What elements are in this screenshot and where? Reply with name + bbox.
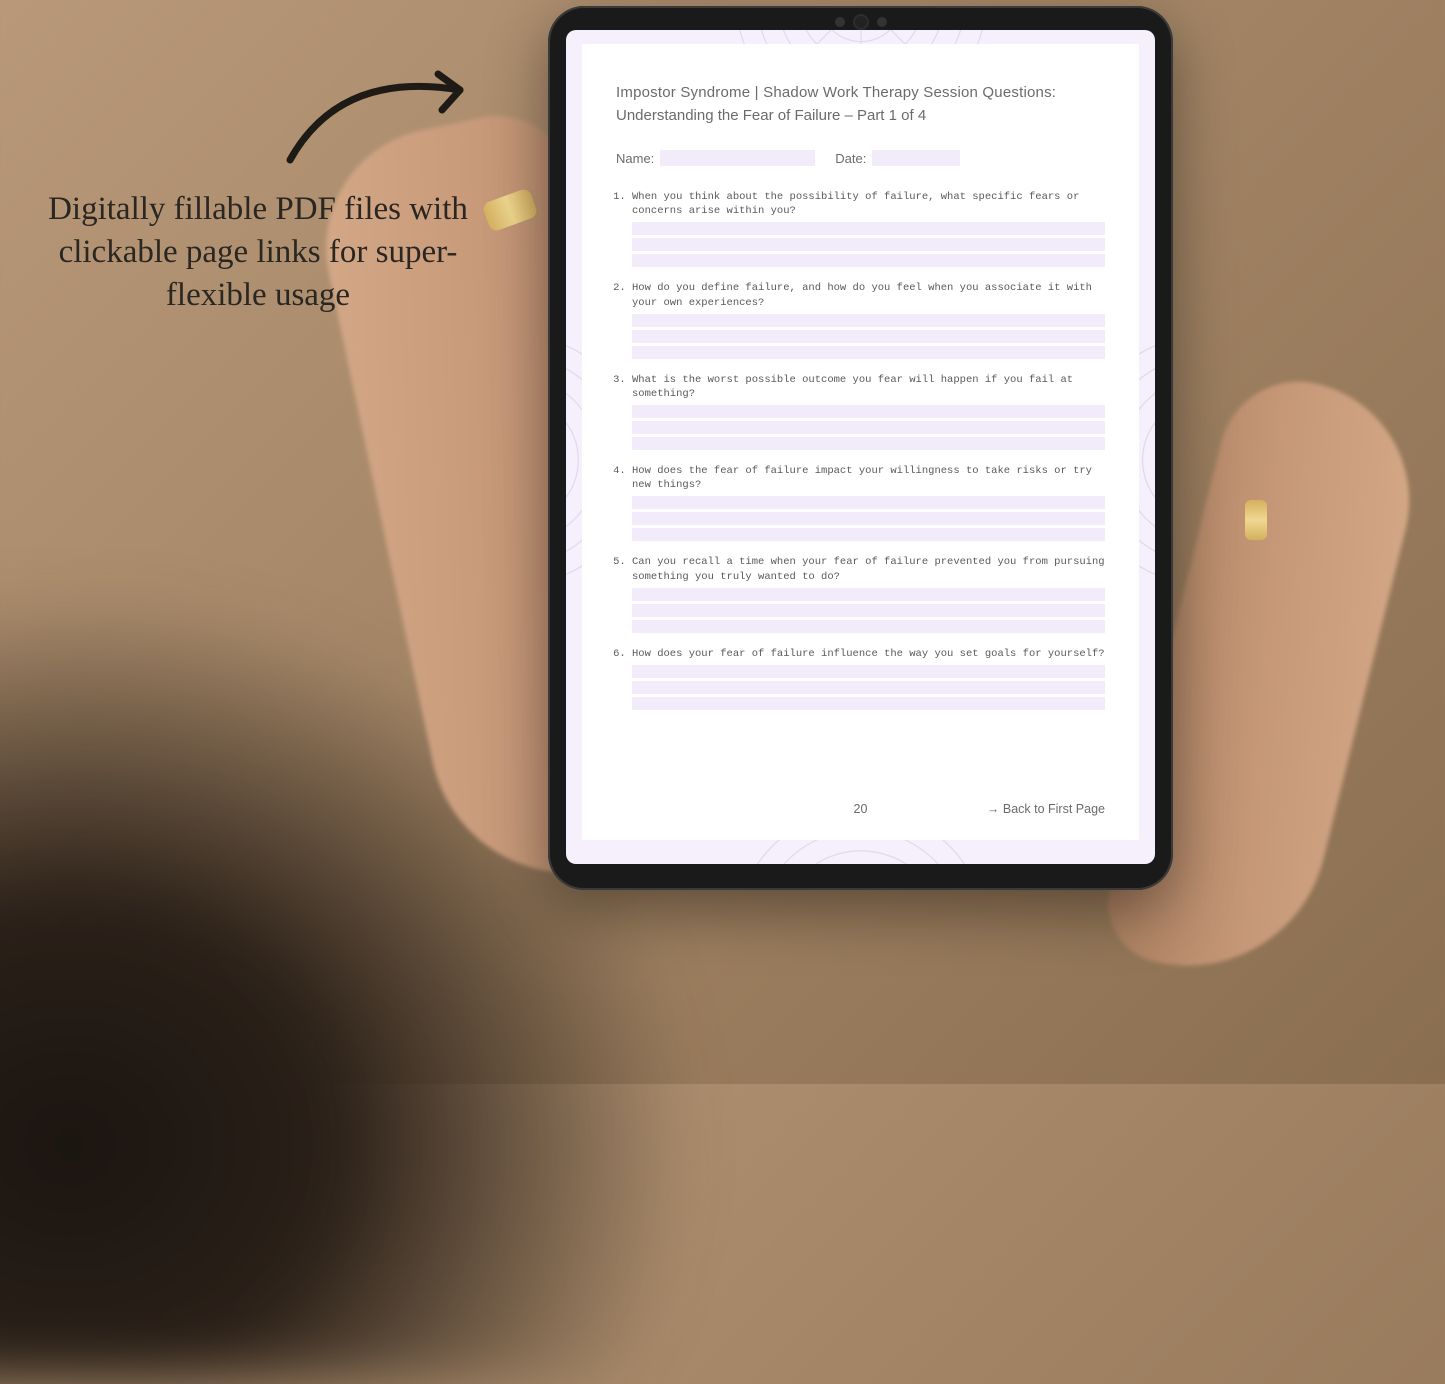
- page-footer: 20 → Back to First Page: [616, 802, 1105, 816]
- back-to-first-page-link[interactable]: → Back to First Page: [987, 802, 1105, 816]
- answer-field[interactable]: [632, 681, 1105, 694]
- answer-field[interactable]: [632, 405, 1105, 418]
- worksheet-page: Impostor Syndrome | Shadow Work Therapy …: [582, 44, 1139, 840]
- question-text: How does the fear of failure impact your…: [632, 464, 1105, 492]
- answer-field[interactable]: [632, 604, 1105, 617]
- meta-row: Name: Date:: [616, 150, 1105, 166]
- answer-field[interactable]: [632, 665, 1105, 678]
- question-list: When you think about the possibility of …: [616, 190, 1105, 724]
- answer-field[interactable]: [632, 330, 1105, 343]
- answer-field[interactable]: [632, 346, 1105, 359]
- answer-field[interactable]: [632, 437, 1105, 450]
- question-text: What is the worst possible outcome you f…: [632, 373, 1105, 401]
- question-item: When you think about the possibility of …: [632, 190, 1105, 267]
- ring-right: [1245, 500, 1267, 540]
- question-text: When you think about the possibility of …: [632, 190, 1105, 218]
- question-item: What is the worst possible outcome you f…: [632, 373, 1105, 450]
- question-item: Can you recall a time when your fear of …: [632, 555, 1105, 632]
- arrow-icon: [280, 60, 490, 180]
- answer-field[interactable]: [632, 588, 1105, 601]
- question-text: How does your fear of failure influence …: [632, 647, 1105, 661]
- page-number: 20: [854, 802, 868, 816]
- answer-field[interactable]: [632, 512, 1105, 525]
- tablet-device: Impostor Syndrome | Shadow Work Therapy …: [548, 6, 1173, 890]
- page-title-line1: Impostor Syndrome | Shadow Work Therapy …: [616, 84, 1105, 101]
- answer-field[interactable]: [632, 238, 1105, 251]
- date-label: Date:: [835, 151, 866, 166]
- answer-field[interactable]: [632, 222, 1105, 235]
- answer-field[interactable]: [632, 528, 1105, 541]
- tablet-screen: Impostor Syndrome | Shadow Work Therapy …: [566, 30, 1155, 864]
- answer-field[interactable]: [632, 620, 1105, 633]
- page-title-line2: Understanding the Fear of Failure – Part…: [616, 107, 1105, 124]
- answer-field[interactable]: [632, 697, 1105, 710]
- name-field[interactable]: [660, 150, 815, 166]
- answer-field[interactable]: [632, 254, 1105, 267]
- date-field[interactable]: [872, 150, 960, 166]
- question-item: How does your fear of failure influence …: [632, 647, 1105, 710]
- answer-field[interactable]: [632, 421, 1105, 434]
- answer-field[interactable]: [632, 314, 1105, 327]
- question-text: Can you recall a time when your fear of …: [632, 555, 1105, 583]
- tablet-camera: [835, 16, 887, 28]
- answer-field[interactable]: [632, 496, 1105, 509]
- question-text: How do you define failure, and how do yo…: [632, 281, 1105, 309]
- name-label: Name:: [616, 151, 654, 166]
- marketing-caption: Digitally fillable PDF files with clicka…: [48, 188, 468, 317]
- question-item: How do you define failure, and how do yo…: [632, 281, 1105, 358]
- question-item: How does the fear of failure impact your…: [632, 464, 1105, 541]
